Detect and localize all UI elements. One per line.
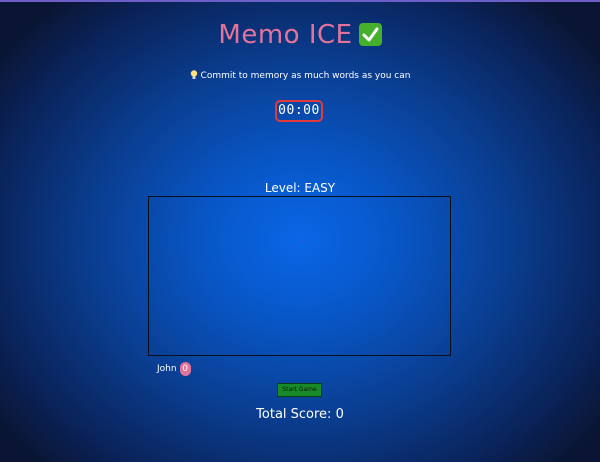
instruction-hint: Commit to memory as much words as you ca… [0, 69, 600, 85]
title-text: Memo ICE [218, 20, 353, 50]
player-entry: John 0 [157, 362, 191, 376]
start-game-button[interactable]: Start Game [277, 383, 322, 397]
level-indicator: Level: EASY [264, 181, 336, 195]
board-marker [302, 239, 305, 242]
page-title: Memo ICE [0, 18, 600, 52]
hint-text: Commit to memory as much words as you ca… [200, 71, 411, 81]
countdown-timer: 00:00 [275, 100, 323, 122]
lightbulb-icon [190, 70, 198, 85]
check-mark-icon [358, 23, 382, 46]
game-board[interactable] [148, 196, 451, 356]
top-accent-bar [0, 0, 600, 2]
player-score-badge: 0 [179, 362, 191, 376]
total-score: Total Score: 0 [256, 407, 344, 422]
player-name: John [157, 364, 177, 374]
